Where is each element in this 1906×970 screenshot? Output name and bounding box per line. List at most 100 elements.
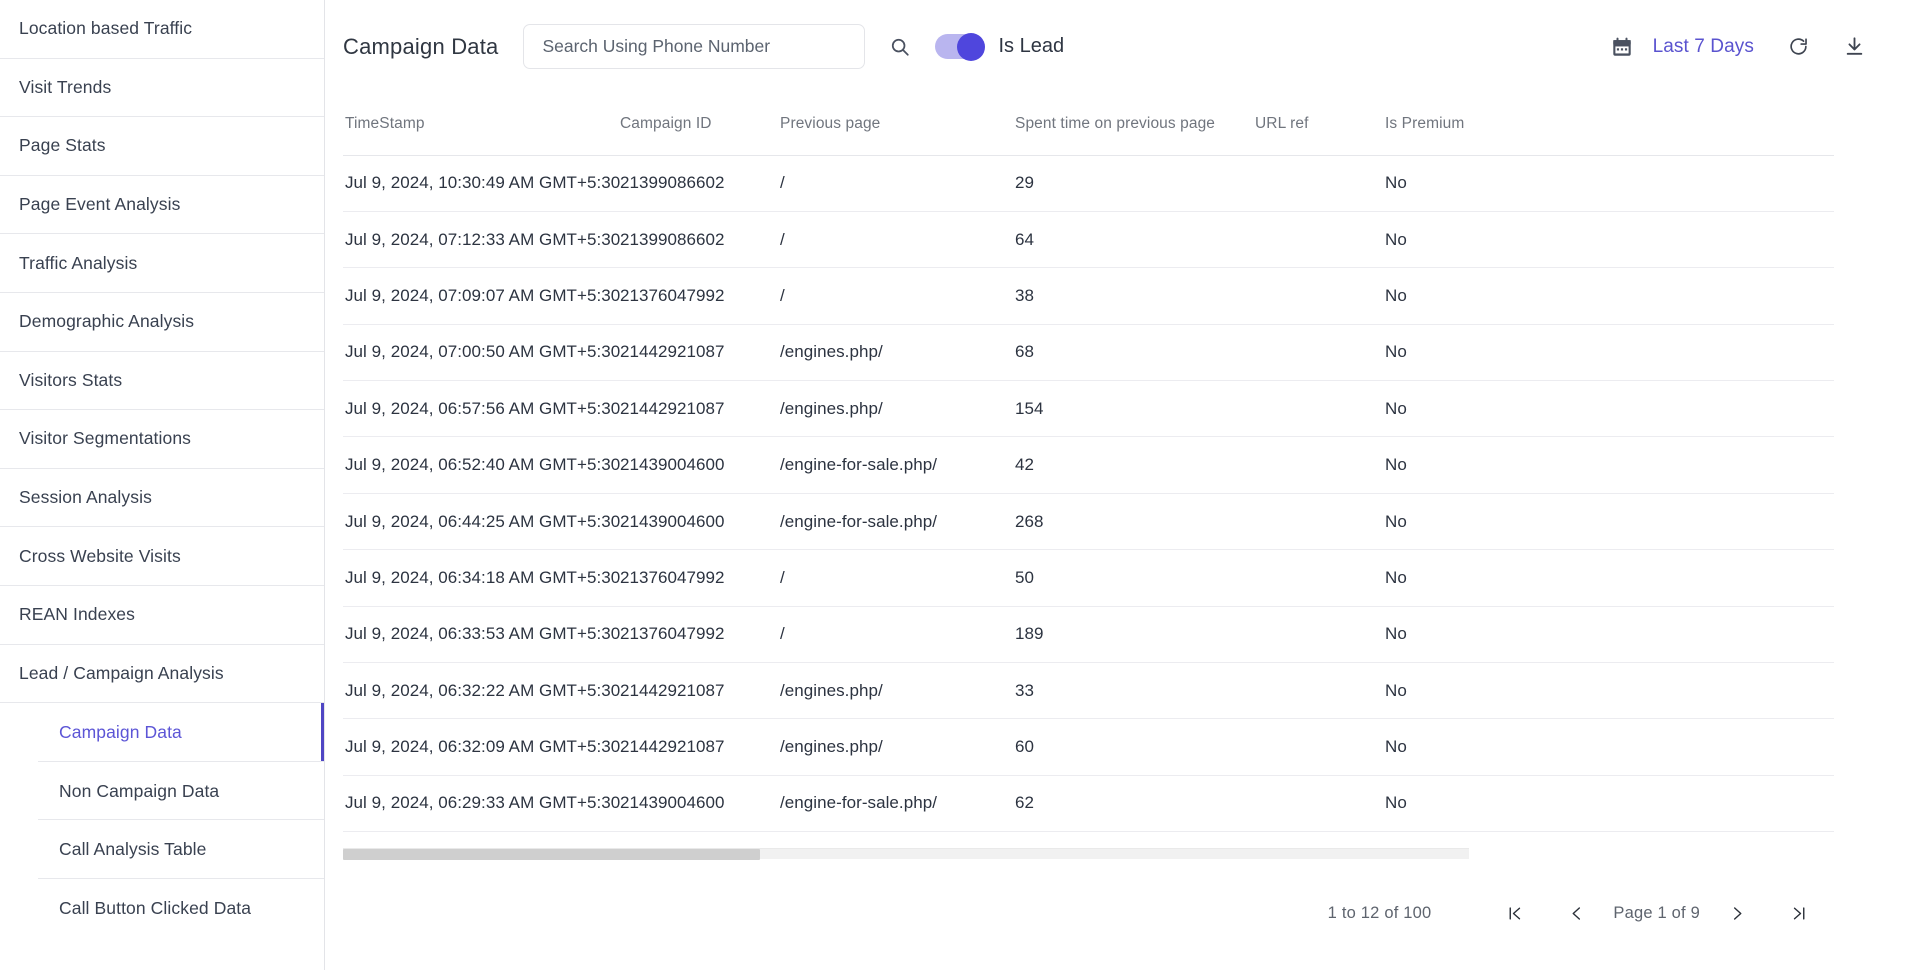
sidebar-item-rean-indexes[interactable]: REAN Indexes <box>0 585 324 645</box>
cell-spent-time: 29 <box>1013 155 1253 212</box>
last-page-icon[interactable] <box>1782 896 1816 930</box>
cell-previous-page: /engine-for-sale.php/ <box>778 436 1013 494</box>
cell-spacer <box>1563 155 1834 212</box>
sidebar-item-call-analysis-table[interactable]: Call Analysis Table <box>0 820 324 879</box>
sidebar-item-label: Visitor Segmentations <box>19 428 192 449</box>
next-page-icon[interactable] <box>1720 896 1754 930</box>
cell-previous-page: /engines.php/ <box>778 324 1013 382</box>
cell-is-premium: No <box>1383 436 1563 494</box>
sidebar-item-location-based-traffic[interactable]: Location based Traffic <box>0 0 324 59</box>
cell-timestamp: Jul 9, 2024, 07:00:50 AM GMT+5:30 <box>343 324 620 382</box>
table-row[interactable]: Jul 9, 2024, 06:34:18 AM GMT+5:30 2137604… <box>343 549 1834 607</box>
cell-spacer <box>1563 493 1834 551</box>
cell-campaign-id: 21442921087 <box>618 380 778 438</box>
toolbar: Campaign Data Is Lead <box>325 0 1906 93</box>
sidebar-item-cross-website-visits[interactable]: Cross Website Visits <box>0 527 324 586</box>
first-page-icon[interactable] <box>1497 896 1531 930</box>
sidebar-item-traffic-analysis[interactable]: Traffic Analysis <box>0 234 324 293</box>
cell-timestamp: Jul 9, 2024, 06:29:33 AM GMT+5:30 <box>343 775 620 833</box>
sidebar-item-label: Visit Trends <box>19 76 112 97</box>
cell-campaign-id: 21399086602 <box>618 211 778 269</box>
cell-spacer <box>1563 718 1834 776</box>
sidebar-item-label: Traffic Analysis <box>19 252 138 273</box>
table-region: TimeStamp Campaign ID Previous page Spen… <box>343 93 1834 970</box>
sidebar-item-page-stats[interactable]: Page Stats <box>0 117 324 176</box>
is-lead-toggle[interactable] <box>935 32 986 61</box>
column-header-timestamp[interactable]: TimeStamp <box>343 93 618 156</box>
table-row[interactable]: Jul 9, 2024, 07:09:07 AM GMT+5:30 2137604… <box>343 267 1834 325</box>
is-lead-label: Is Lead <box>998 35 1065 57</box>
table-row[interactable]: Jul 9, 2024, 06:32:22 AM GMT+5:30 2144292… <box>343 662 1834 720</box>
column-header-spent-time[interactable]: Spent time on previous page <box>1013 93 1253 156</box>
table-row[interactable]: Jul 9, 2024, 07:12:33 AM GMT+5:30 2139908… <box>343 211 1834 269</box>
sidebar-item-non-campaign-data[interactable]: Non Campaign Data <box>0 761 324 821</box>
cell-spent-time: 189 <box>1013 606 1253 664</box>
scrollbar-thumb[interactable] <box>343 849 760 860</box>
table-body: Jul 9, 2024, 10:30:49 AM GMT+5:30 2139908… <box>343 155 1834 833</box>
column-header-previous-page[interactable]: Previous page <box>778 93 1013 156</box>
search-input[interactable] <box>540 35 849 58</box>
table-row[interactable]: Jul 9, 2024, 10:30:49 AM GMT+5:30 2139908… <box>343 155 1834 212</box>
cell-previous-page: /engine-for-sale.php/ <box>778 775 1013 833</box>
sidebar-item-call-button-clicked-data[interactable]: Call Button Clicked Data <box>0 878 324 938</box>
sidebar-item-session-analysis[interactable]: Session Analysis <box>0 468 324 528</box>
pagination-page-label: Page 1 of 9 <box>1613 903 1700 922</box>
sidebar-item-visit-trends[interactable]: Visit Trends <box>0 58 324 118</box>
table-row[interactable]: Jul 9, 2024, 06:44:25 AM GMT+5:30 2143900… <box>343 493 1834 551</box>
cell-timestamp: Jul 9, 2024, 07:09:07 AM GMT+5:30 <box>343 267 620 325</box>
cell-campaign-id: 21399086602 <box>618 155 778 212</box>
sidebar-item-label: Non Campaign Data <box>59 780 220 801</box>
cell-spent-time: 60 <box>1013 718 1253 776</box>
sidebar-item-label: Session Analysis <box>19 487 152 508</box>
sidebar-item-label: Page Stats <box>19 135 106 156</box>
sidebar-item-lead-campaign-analysis[interactable]: Lead / Campaign Analysis <box>0 644 324 704</box>
cell-timestamp: Jul 9, 2024, 10:30:49 AM GMT+5:30 <box>343 155 620 212</box>
refresh-icon[interactable] <box>1786 35 1810 59</box>
pagination-bar: 1 to 12 of 100 Page 1 of 9 <box>343 883 1834 943</box>
main-content: Campaign Data Is Lead <box>325 0 1906 970</box>
calendar-icon[interactable] <box>1609 34 1635 60</box>
cell-previous-page: / <box>778 267 1013 325</box>
cell-campaign-id: 21442921087 <box>618 718 778 776</box>
cell-timestamp: Jul 9, 2024, 06:33:53 AM GMT+5:30 <box>343 606 620 664</box>
table-scroll-viewport: TimeStamp Campaign ID Previous page Spen… <box>343 93 1834 848</box>
table-row[interactable]: Jul 9, 2024, 06:57:56 AM GMT+5:30 2144292… <box>343 380 1834 438</box>
sidebar-item-label: Location based Traffic <box>19 18 193 39</box>
search-icon[interactable] <box>887 34 913 60</box>
table-row[interactable]: Jul 9, 2024, 06:33:53 AM GMT+5:30 2137604… <box>343 606 1834 664</box>
table-row[interactable]: Jul 9, 2024, 06:29:33 AM GMT+5:30 2143900… <box>343 775 1834 833</box>
cell-url-ref <box>1253 718 1383 776</box>
prev-page-icon[interactable] <box>1559 896 1593 930</box>
table-row[interactable]: Jul 9, 2024, 06:52:40 AM GMT+5:30 2143900… <box>343 436 1834 494</box>
cell-url-ref <box>1253 324 1383 382</box>
cell-is-premium: No <box>1383 606 1563 664</box>
cell-is-premium: No <box>1383 549 1563 607</box>
search-field-wrapper[interactable] <box>523 24 866 69</box>
column-header-is-premium[interactable]: Is Premium <box>1383 93 1563 156</box>
download-icon[interactable] <box>1842 35 1866 59</box>
horizontal-scrollbar[interactable] <box>343 848 1469 860</box>
sidebar-item-label: Campaign Data <box>59 721 182 742</box>
date-range-selector[interactable]: Last 7 Days <box>1653 36 1754 58</box>
cell-spacer <box>1563 267 1834 325</box>
cell-is-premium: No <box>1383 662 1563 720</box>
sidebar-item-visitors-stats[interactable]: Visitors Stats <box>0 351 324 411</box>
table-row[interactable]: Jul 9, 2024, 07:00:50 AM GMT+5:30 2144292… <box>343 324 1834 382</box>
sidebar-item-visitor-segmentations[interactable]: Visitor Segmentations <box>0 410 324 469</box>
cell-campaign-id: 21376047992 <box>618 606 778 664</box>
column-header-url-ref[interactable]: URL ref <box>1253 93 1383 156</box>
table-row[interactable]: Jul 9, 2024, 06:32:09 AM GMT+5:30 2144292… <box>343 718 1834 776</box>
column-header-campaign-id[interactable]: Campaign ID <box>618 93 778 156</box>
sidebar-item-campaign-data[interactable]: Campaign Data <box>0 703 324 762</box>
sidebar-item-label: REAN Indexes <box>19 604 135 625</box>
cell-timestamp: Jul 9, 2024, 06:32:09 AM GMT+5:30 <box>343 718 620 776</box>
sidebar-item-label: Cross Website Visits <box>19 545 181 566</box>
sidebar-item-demographic-analysis[interactable]: Demographic Analysis <box>0 292 324 352</box>
cell-is-premium: No <box>1383 155 1563 212</box>
cell-previous-page: /engines.php/ <box>778 718 1013 776</box>
sidebar-item-label: Page Event Analysis <box>19 194 181 215</box>
pagination-range: 1 to 12 of 100 <box>1327 903 1432 922</box>
cell-is-premium: No <box>1383 267 1563 325</box>
sidebar-item-page-event-analysis[interactable]: Page Event Analysis <box>0 175 324 235</box>
cell-spacer <box>1563 549 1834 607</box>
